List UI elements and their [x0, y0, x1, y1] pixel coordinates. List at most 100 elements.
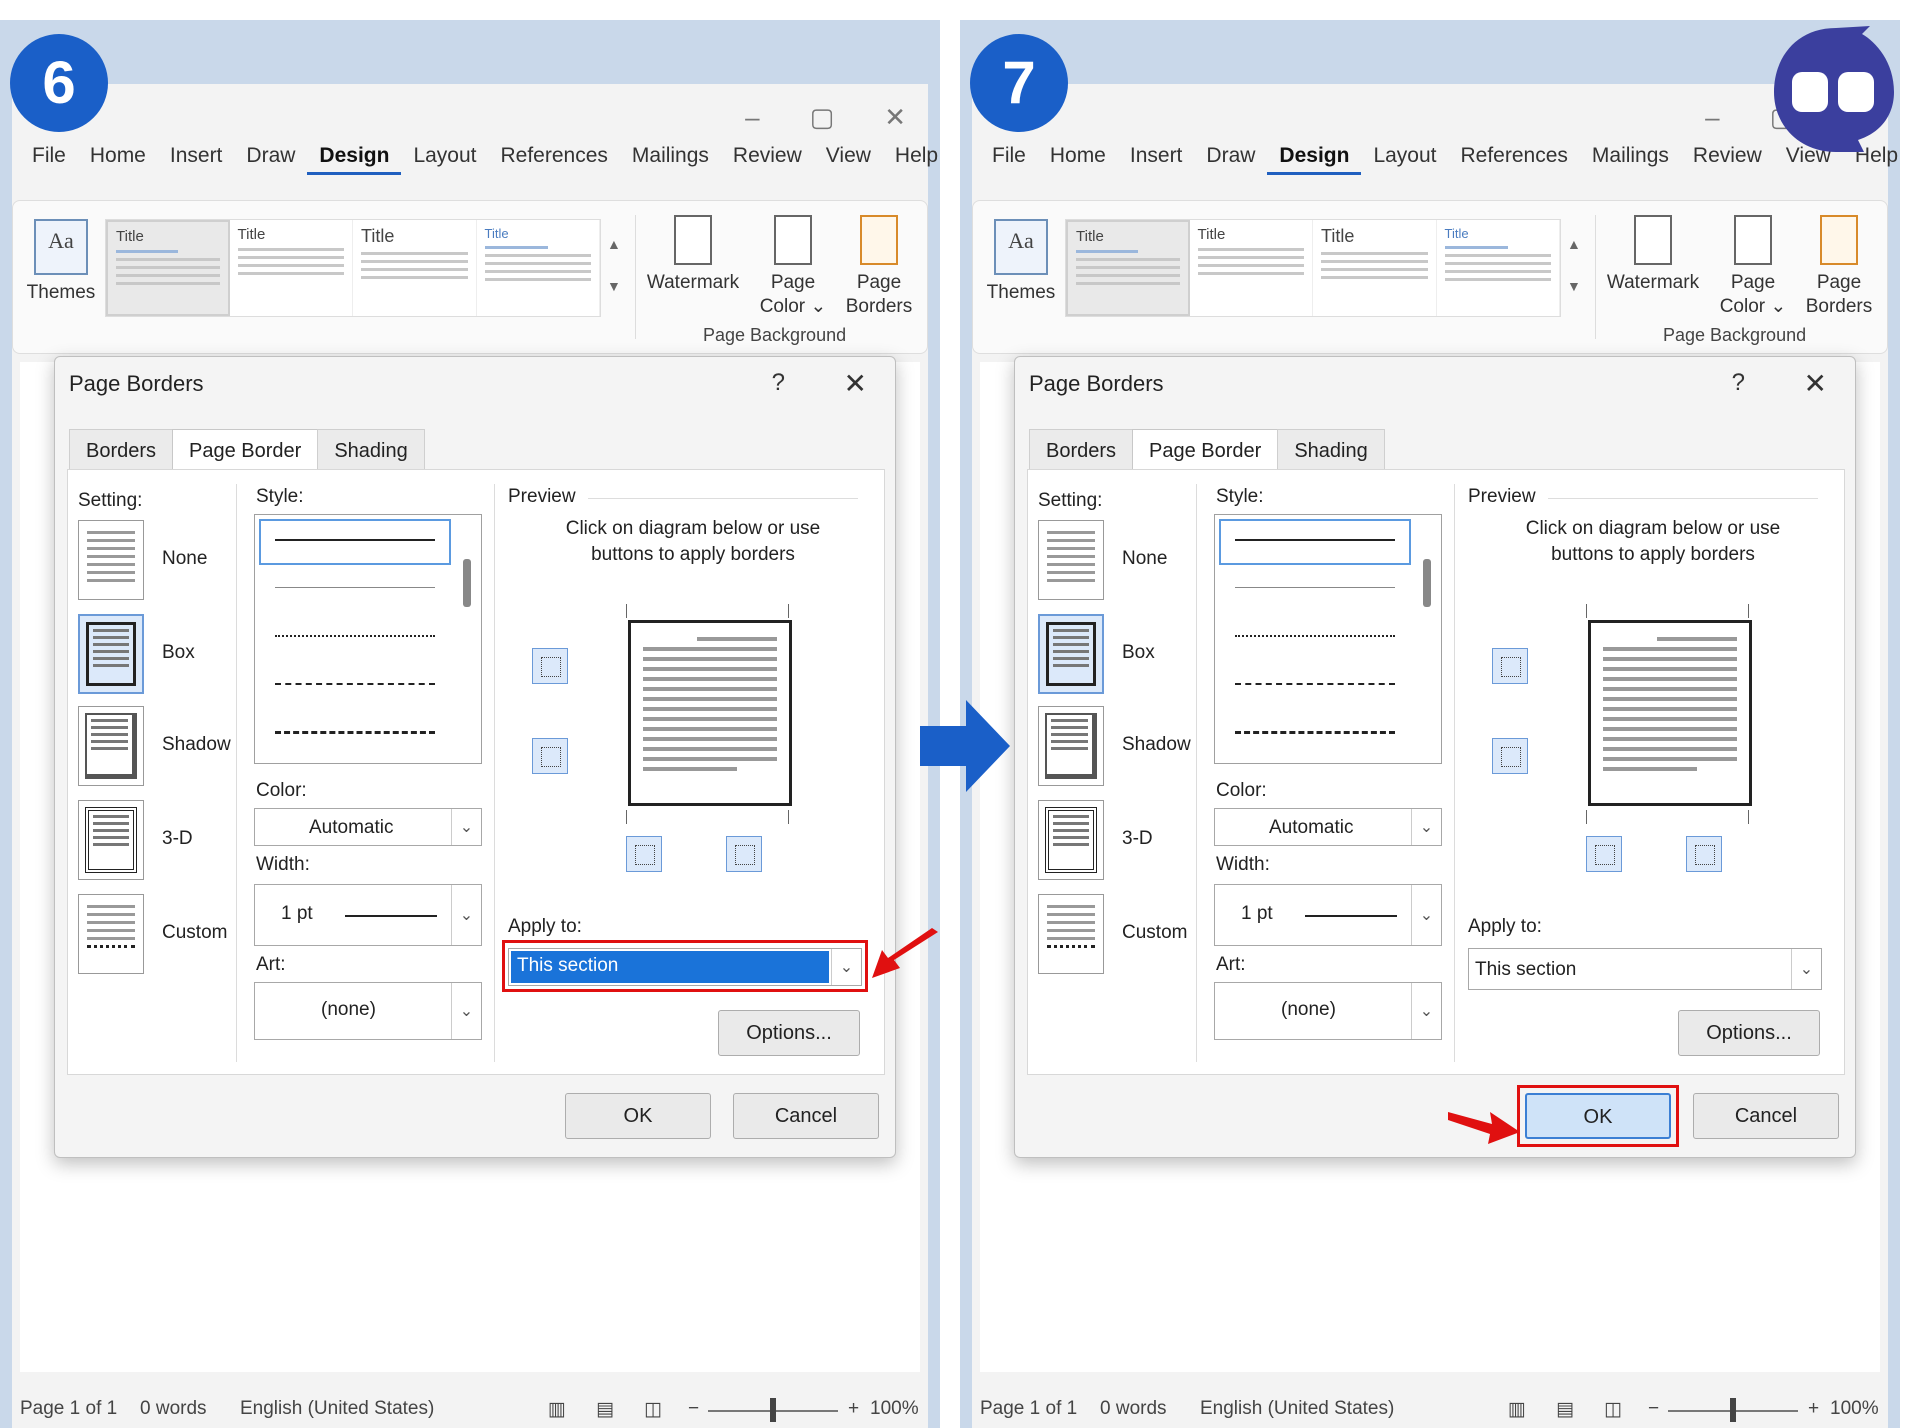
color-dropdown[interactable]: Automatic ⌄ — [254, 808, 482, 846]
tab-page-border[interactable]: Page Border — [172, 429, 319, 473]
setting-box-icon[interactable] — [1038, 614, 1104, 694]
art-dropdown[interactable]: (none) ⌄ — [254, 982, 482, 1040]
print-layout-icon[interactable]: ▤ — [1556, 1398, 1574, 1421]
language[interactable]: English (United States) — [240, 1398, 434, 1420]
style-thumb[interactable]: Title — [106, 220, 230, 316]
setting-3d-label[interactable]: 3-D — [162, 828, 193, 850]
zoom-in-icon[interactable]: + — [1808, 1398, 1819, 1420]
zoom-level[interactable]: 100% — [870, 1398, 919, 1420]
page-color-button[interactable]: Page Color ⌄ — [753, 215, 833, 319]
style-gallery[interactable]: Title Title Title Title — [105, 219, 601, 317]
tab-shading[interactable]: Shading — [317, 429, 425, 473]
page-borders-button[interactable]: Page Borders — [1795, 215, 1883, 319]
top-border-button[interactable] — [532, 648, 568, 684]
setting-shadow-icon[interactable] — [78, 706, 144, 786]
menu-design[interactable]: Design — [1267, 144, 1362, 175]
chevron-down-icon[interactable]: ⌄ — [451, 809, 481, 845]
watermark-button[interactable]: Watermark — [645, 215, 741, 295]
setting-none-label[interactable]: None — [162, 548, 207, 570]
setting-custom-icon[interactable] — [1038, 894, 1104, 974]
style-long-dash-line[interactable] — [1235, 731, 1395, 734]
zoom-out-icon[interactable]: − — [688, 1398, 699, 1420]
bottom-border-button[interactable] — [1492, 738, 1528, 774]
menu-view[interactable]: View — [814, 144, 883, 175]
top-border-button[interactable] — [1492, 648, 1528, 684]
style-list[interactable] — [1214, 514, 1442, 764]
style-thumb[interactable]: Title — [230, 220, 354, 316]
setting-custom-label[interactable]: Custom — [1122, 922, 1187, 944]
chevron-up-icon[interactable]: ▲ — [1567, 223, 1581, 265]
style-thin-line[interactable] — [1235, 587, 1395, 588]
setting-none-icon[interactable] — [78, 520, 144, 600]
style-list[interactable] — [254, 514, 482, 764]
zoom-in-icon[interactable]: + — [848, 1398, 859, 1420]
menu-review[interactable]: Review — [1681, 144, 1774, 175]
gallery-scroll[interactable]: ▲ ▼ — [1567, 223, 1581, 307]
minimize-icon[interactable]: – — [745, 102, 759, 133]
close-icon[interactable]: ✕ — [844, 367, 867, 400]
menu-design[interactable]: Design — [307, 144, 402, 175]
chevron-up-icon[interactable]: ▲ — [607, 223, 621, 265]
menu-mailings[interactable]: Mailings — [1580, 144, 1681, 175]
tab-borders[interactable]: Borders — [1029, 429, 1134, 473]
width-dropdown[interactable]: 1 pt ⌄ — [1214, 884, 1442, 946]
style-thumb[interactable]: Title — [477, 220, 601, 316]
width-dropdown[interactable]: 1 pt ⌄ — [254, 884, 482, 946]
options-button[interactable]: Options... — [1678, 1010, 1820, 1056]
menu-draw[interactable]: Draw — [1194, 144, 1267, 175]
page-borders-button[interactable]: Page Borders — [835, 215, 923, 319]
style-gallery[interactable]: Title Title Title Title — [1065, 219, 1561, 317]
watermark-button[interactable]: Watermark — [1605, 215, 1701, 295]
setting-custom-label[interactable]: Custom — [162, 922, 227, 944]
setting-box-label[interactable]: Box — [162, 642, 195, 664]
style-thumb[interactable]: Title — [1313, 220, 1437, 316]
menu-home[interactable]: Home — [1038, 144, 1118, 175]
zoom-knob[interactable] — [1730, 1398, 1736, 1422]
menu-review[interactable]: Review — [721, 144, 814, 175]
chevron-down-icon[interactable]: ▼ — [607, 265, 621, 307]
style-selected[interactable] — [259, 519, 451, 565]
cancel-button[interactable]: Cancel — [733, 1093, 879, 1139]
web-layout-icon[interactable]: ◫ — [644, 1398, 662, 1421]
style-long-dash-line[interactable] — [275, 731, 435, 734]
style-dotted-line[interactable] — [275, 635, 435, 637]
tab-shading[interactable]: Shading — [1277, 429, 1385, 473]
chevron-down-icon[interactable]: ⌄ — [1791, 949, 1821, 989]
close-icon[interactable]: ✕ — [884, 102, 906, 133]
themes-button[interactable]: Aa Themes — [985, 219, 1057, 305]
chevron-down-icon[interactable]: ⌄ — [451, 983, 481, 1039]
ok-button[interactable]: OK — [565, 1093, 711, 1139]
read-mode-icon[interactable]: ▥ — [548, 1398, 566, 1421]
style-dotted-line[interactable] — [1235, 635, 1395, 637]
menu-references[interactable]: References — [1449, 144, 1580, 175]
chevron-down-icon[interactable]: ▼ — [1567, 265, 1581, 307]
style-dashed-line[interactable] — [1235, 683, 1395, 685]
setting-3d-icon[interactable] — [1038, 800, 1104, 880]
style-thumb[interactable]: Title — [1190, 220, 1314, 316]
minimize-icon[interactable]: – — [1705, 102, 1719, 133]
menu-home[interactable]: Home — [78, 144, 158, 175]
help-icon[interactable]: ? — [1732, 369, 1745, 397]
chevron-down-icon[interactable]: ⌄ — [1411, 983, 1441, 1039]
style-thin-line[interactable] — [275, 587, 435, 588]
chevron-down-icon[interactable]: ⌄ — [1411, 809, 1441, 845]
menu-insert[interactable]: Insert — [158, 144, 235, 175]
setting-3d-icon[interactable] — [78, 800, 144, 880]
style-selected[interactable] — [1219, 519, 1411, 565]
menu-file[interactable]: File — [980, 144, 1038, 175]
setting-shadow-label[interactable]: Shadow — [1122, 734, 1191, 756]
style-scrollbar[interactable] — [463, 559, 471, 607]
left-border-button[interactable] — [626, 836, 662, 872]
menu-file[interactable]: File — [20, 144, 78, 175]
setting-none-icon[interactable] — [1038, 520, 1104, 600]
gallery-scroll[interactable]: ▲ ▼ — [607, 223, 621, 307]
setting-box-label[interactable]: Box — [1122, 642, 1155, 664]
menu-help[interactable]: Help — [883, 144, 940, 175]
style-thumb[interactable]: Title — [353, 220, 477, 316]
menu-insert[interactable]: Insert — [1118, 144, 1195, 175]
print-layout-icon[interactable]: ▤ — [596, 1398, 614, 1421]
tab-borders[interactable]: Borders — [69, 429, 174, 473]
help-icon[interactable]: ? — [772, 369, 785, 397]
setting-custom-icon[interactable] — [78, 894, 144, 974]
preview-page[interactable] — [628, 620, 792, 806]
